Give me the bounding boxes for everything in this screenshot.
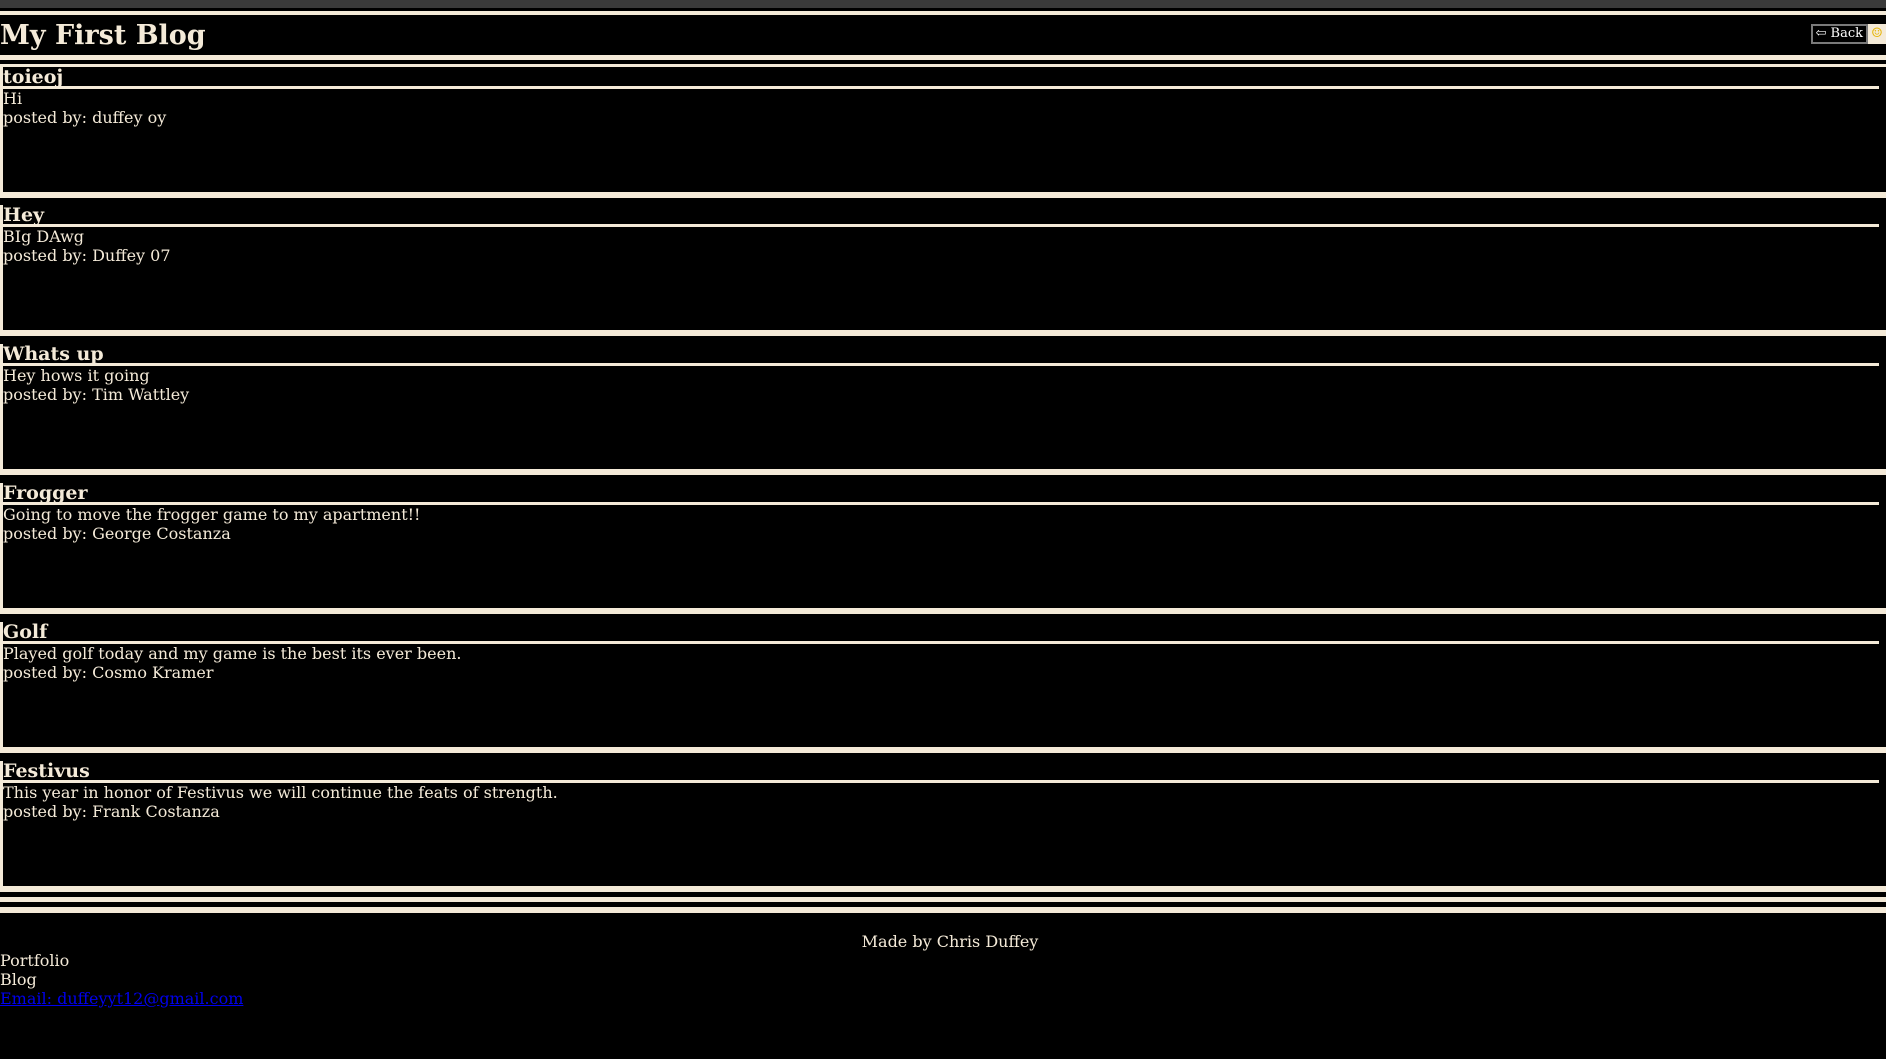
post-author: posted by: George Costanza [3,524,231,543]
post-body: Hey hows it going [3,366,150,385]
post-body: BIg DAwg [3,227,85,246]
post-body: Going to move the frogger game to my apa… [3,505,421,524]
blog-post: Hey BIg DAwg posted by: Duffey 07 [0,205,1886,336]
post-title: Whats up [3,344,1879,366]
post-body: This year in honor of Festivus we will c… [3,783,558,802]
post-author: posted by: Cosmo Kramer [3,663,214,682]
blog-link[interactable]: Blog [0,970,243,989]
post-title: Festivus [3,761,1879,783]
top-divider [0,0,1886,15]
post-title: Hey [3,205,1879,227]
post-author: posted by: Tim Wattley [3,385,190,404]
post-body: Played golf today and my game is the bes… [3,644,462,663]
header-divider [0,55,1886,67]
post-title: toieoj [3,67,1879,89]
blog-post: Frogger Going to move the frogger game t… [0,483,1886,614]
post-author: posted by: duffey oy [3,108,167,127]
post-title: Frogger [3,483,1879,505]
page-title: My First Blog [0,20,206,51]
smile-icon: ☺ [1868,24,1886,44]
post-title: Golf [3,622,1879,644]
footer-divider [0,897,1886,913]
post-author: posted by: Frank Costanza [3,802,220,821]
post-author: posted by: Duffey 07 [3,246,171,265]
footer-credit: Made by Chris Duffey [861,932,1039,951]
back-button[interactable]: ⇦ Back [1810,24,1868,44]
blog-post: Whats up Hey hows it going posted by: Ti… [0,344,1886,475]
blog-post: toieoj Hi posted by: duffey oy [0,67,1886,198]
page-header: My First Blog ⇦ Back ☺ [0,15,1886,55]
blog-post: Golf Played golf today and my game is th… [0,622,1886,753]
footer-links: Portfolio Blog Email: duffeyyt12@gmail.c… [0,951,243,1008]
email-link[interactable]: Email: duffeyyt12@gmail.com [0,989,243,1008]
blog-post: Festivus This year in honor of Festivus … [0,761,1886,892]
post-body: Hi [3,89,23,108]
portfolio-link[interactable]: Portfolio [0,951,243,970]
